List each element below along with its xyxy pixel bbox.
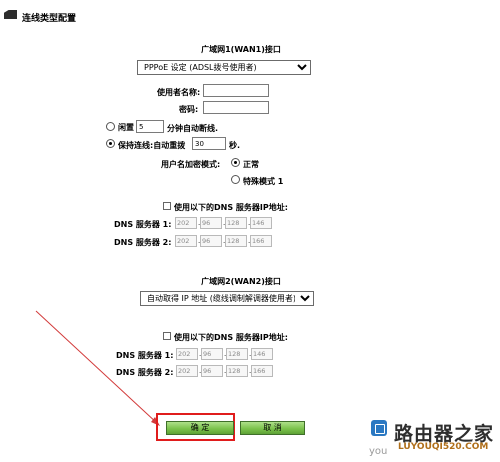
cancel-button[interactable]: 取 消 bbox=[240, 421, 305, 435]
watermark-url: LUYOUQI520.COM bbox=[398, 442, 489, 452]
watermark-logo-icon bbox=[371, 420, 387, 436]
watermark-url-fragment: you bbox=[369, 446, 388, 457]
ok-button[interactable]: 确 定 bbox=[166, 421, 234, 435]
annotation-arrow bbox=[35, 310, 160, 426]
